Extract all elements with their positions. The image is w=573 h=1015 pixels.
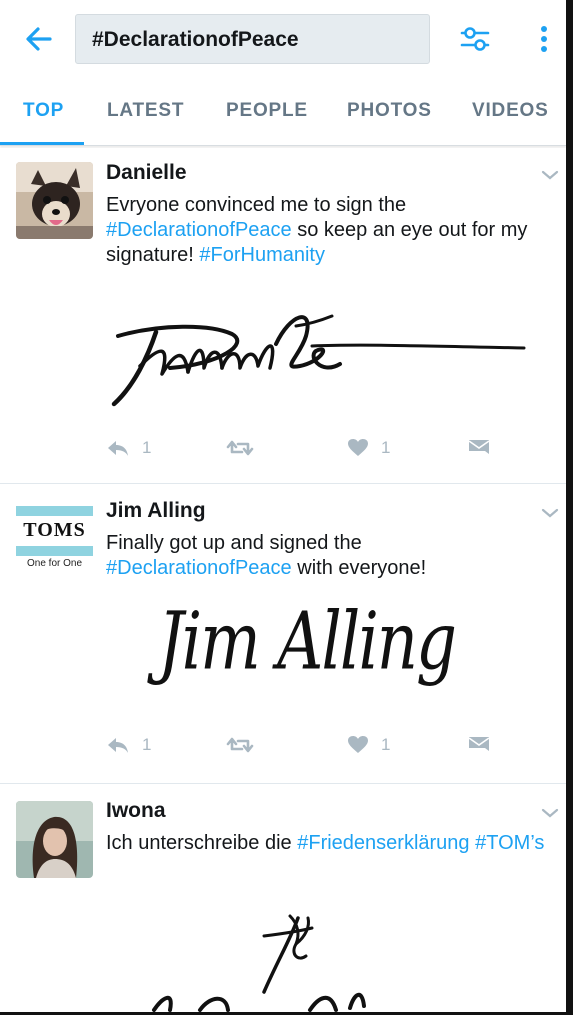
toms-logo-tagline: One for One [26,558,83,569]
tweet-menu-caret[interactable] [540,806,560,820]
text-segment: Finally got up and signed the [106,532,362,554]
filter-button[interactable] [458,22,492,56]
tweet-menu-caret[interactable] [540,168,560,182]
like-button[interactable]: 1 [347,732,390,758]
like-count: 1 [381,438,391,457]
author-name[interactable]: Danielle [106,161,187,185]
hashtag-link[interactable]: #TOM’s [475,832,544,854]
hashtag-link[interactable]: #DeclarationofPeace [106,557,292,579]
device-frame-edge [566,0,573,1015]
tweet-jim-alling[interactable]: TOMS One for One Jim Alling Finally got … [0,484,566,784]
search-tabs: TOP LATEST PEOPLE PHOTOS VIDEOS [0,86,566,146]
tweet-text: Finally got up and signed the #Declarati… [106,531,546,581]
tweet-actions: 1 1 [106,435,546,461]
reply-count: 1 [142,438,152,457]
handwritten-signature: Jim Alling [158,596,457,689]
reply-button[interactable]: 1 [106,435,151,461]
handwritten-signature-image [111,314,526,407]
sliders-icon [460,27,490,51]
envelope-icon [468,737,490,751]
avatar[interactable] [16,162,93,239]
tab-top[interactable]: TOP [23,100,64,122]
retweet-button[interactable] [226,435,254,461]
dog-avatar-image [16,162,93,239]
reply-count: 1 [142,735,152,754]
text-segment: Ich unterschreibe die [106,832,298,854]
like-button[interactable]: 1 [347,435,390,461]
search-input[interactable]: #DeclarationofPeace [75,14,430,64]
avatar[interactable] [16,801,93,878]
hashtag-link[interactable]: #Friedenserklärung [297,832,469,854]
text-segment: with everyone! [291,557,427,579]
chevron-down-icon [541,170,559,180]
reply-icon [108,738,128,753]
hashtag-link[interactable]: #ForHumanity [199,244,325,266]
tab-videos[interactable]: VIDEOS [472,100,549,122]
text-segment: Evryone convinced me to sign the [106,194,407,216]
woman-avatar-image [16,801,93,878]
heart-icon [348,736,368,753]
heart-icon [348,439,368,456]
tweet-actions: 1 1 [106,732,546,758]
arrow-left-icon [26,27,52,51]
tweet-iwona[interactable]: Iwona Ich unterschreibe die #Friedenserk… [0,785,566,1015]
tab-latest[interactable]: LATEST [107,100,184,122]
avatar[interactable]: TOMS One for One [16,502,93,579]
more-options-button[interactable] [533,22,555,56]
retweet-icon [226,440,254,456]
retweet-icon [226,737,254,753]
toms-logo-text: TOMS [23,519,86,541]
like-count: 1 [381,735,391,754]
more-vertical-icon [541,26,547,52]
tweet-text: Ich unterschreibe die #Friedenserklärung… [106,831,546,856]
search-query: #DeclarationofPeace [92,28,299,51]
tab-people[interactable]: PEOPLE [226,100,308,122]
tweet-danielle[interactable]: Danielle Evryone convinced me to sign th… [0,148,566,484]
envelope-icon [468,440,490,454]
direct-message-button[interactable] [468,435,490,461]
top-bar: #DeclarationofPeace [0,0,566,80]
chevron-down-icon [541,508,559,518]
tweet-text: Evryone convinced me to sign the #Declar… [106,193,546,268]
author-name[interactable]: Jim Alling [106,499,206,523]
active-tab-indicator [0,142,84,145]
reply-button[interactable]: 1 [106,732,151,758]
back-button[interactable] [22,22,56,56]
chevron-down-icon [541,808,559,818]
hashtag-link[interactable]: #DeclarationofPeace [106,219,292,241]
tweet-menu-caret[interactable] [540,506,560,520]
retweet-button[interactable] [226,732,254,758]
handwritten-signature-image [152,914,366,1012]
tab-photos[interactable]: PHOTOS [347,100,432,122]
reply-icon [108,441,128,456]
author-name[interactable]: Iwona [106,799,166,823]
direct-message-button[interactable] [468,732,490,758]
